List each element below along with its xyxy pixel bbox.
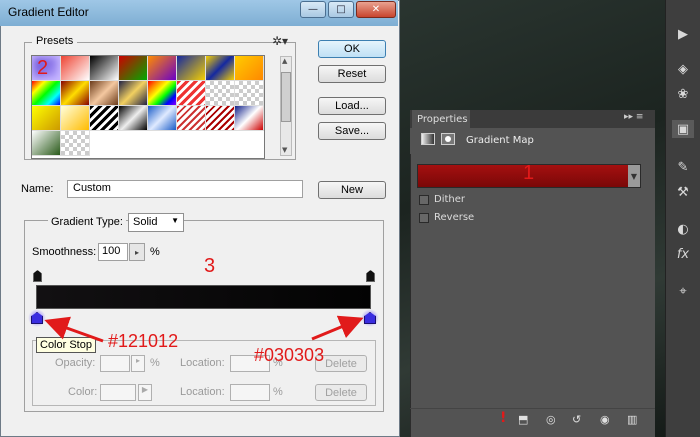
annotation-arrows: [44, 315, 364, 343]
arrow-left: [44, 316, 104, 343]
arrow-right: [311, 315, 364, 341]
